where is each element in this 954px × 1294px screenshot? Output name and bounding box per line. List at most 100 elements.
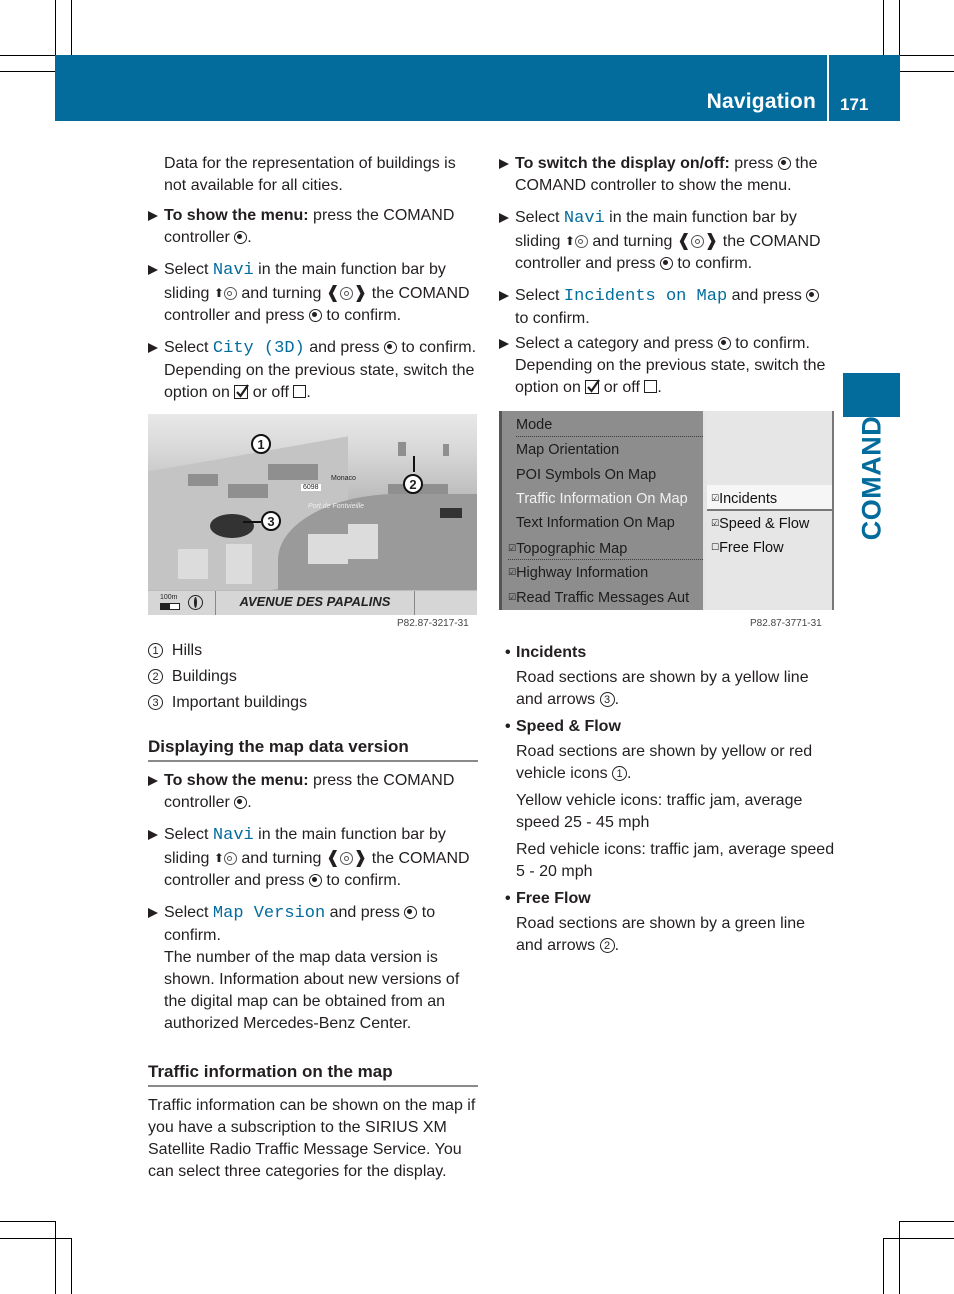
crop-mark [0,1238,71,1239]
crop-mark [900,55,954,56]
map-building [308,534,348,564]
ref-number: 1 [612,766,628,781]
press-controller-icon [383,341,397,354]
scale-label: 100m [160,594,178,601]
menu-screenshot: Mode Map Orientation POI Symbols On Map … [499,411,834,610]
step-show-menu: To show the menu: press the COMAND contr… [148,770,478,814]
press-controller-icon [777,157,791,170]
turn-right-icon: ❱ [353,283,368,302]
map-building [228,484,268,498]
step-show-menu: To show the menu: press the COMAND contr… [148,205,478,249]
checkbox-checked-icon: ☑ [711,493,720,503]
turn-right-icon: ❱ [353,848,368,867]
turn-left-icon: ❰ [325,848,341,867]
menu-item-traffic-info[interactable]: Traffic Information On Map [516,489,703,509]
step-arrow-icon [148,265,158,275]
step-arrow-icon [148,211,158,221]
checkbox-checked-icon [585,379,601,394]
category-text: Road sections are shown by yellow or red… [516,743,813,782]
step-select-navi: Select Navi in the main function bar by … [148,259,478,327]
step-arrow-icon [148,830,158,840]
controller-icon [691,235,705,248]
step-arrow-icon [499,291,509,301]
menu-divider [508,559,703,560]
callout-1: 1 [251,434,271,454]
submenu-item-free-flow[interactable]: ☐Free Flow [711,536,784,558]
step-arrow-icon [499,159,509,169]
turn-left-icon: ❰ [676,231,692,250]
press-controller-icon [659,257,673,270]
legend-item: 3 Important buildings [148,692,478,714]
step-select-navi: Select Navi in the main function bar by … [499,207,831,275]
callout-leader [243,521,261,523]
press-controller-icon [308,874,322,887]
controller-icon [223,287,237,300]
crop-mark [71,1238,72,1294]
bar-divider [414,591,415,615]
menu-item-map-orientation[interactable]: Map Orientation [516,440,619,460]
menu-divider [516,436,703,437]
map-building [348,524,378,559]
menu-item-mode[interactable]: Mode [516,415,552,435]
checkbox-checked-icon: ☑ [508,592,517,602]
step-arrow-icon [148,343,158,353]
crop-mark [900,71,954,72]
menu-item-poi-symbols[interactable]: POI Symbols On Map [516,465,656,485]
crop-mark [883,0,884,55]
menu-item-text-info[interactable]: Text Information On Map [516,513,675,533]
map-building [226,544,252,584]
press-controller-icon [717,337,731,350]
map-label: 6098 [301,484,321,491]
crop-mark [899,0,900,55]
current-street: AVENUE DES PAPALINS [239,594,391,609]
figure-code: P82.87-3217-31 [397,618,469,629]
controller-icon [223,852,237,865]
map-version-note: The number of the map data version is sh… [164,949,460,1032]
step-select-city-3d: Select City (3D) and press to confirm. D… [148,337,478,404]
side-tab [843,373,900,417]
crop-mark [55,0,56,55]
menu-term-map-version: Map Version [212,904,326,923]
map-screenshot: Monaco 6098 Port de Fontvieille 1 2 3 10… [148,414,477,615]
map-building [268,464,318,480]
map-building [188,474,218,486]
checkbox-checked-icon [234,384,250,399]
step-arrow-icon [148,776,158,786]
menu-item-read-traffic-messages[interactable]: ☑Read Traffic Messages Aut [508,587,703,607]
ref-number: 3 [599,692,615,707]
crop-mark [0,71,55,72]
ref-number: 2 [599,938,615,953]
controller-icon [340,852,354,865]
intro-text: Data for the representation of buildings… [164,155,456,194]
crop-mark [883,1238,954,1239]
map-label: Monaco [331,475,356,482]
submenu-item-speed-flow[interactable]: ☑Speed & Flow [711,512,809,534]
legend-item: 2 Buildings [148,666,478,688]
menu-term-navi: Navi [563,209,605,228]
callout-leader [413,456,415,472]
step-arrow-icon [499,213,509,223]
step-arrow-icon [499,339,509,349]
step-switch-display: To switch the display on/off: press the … [499,153,831,197]
map-stadium [210,514,254,538]
turn-right-icon: ❱ [704,231,719,250]
crop-mark [71,0,72,55]
menu-term-city-3d: City (3D) [212,339,305,358]
right-column: To switch the display on/off: press the … [499,153,831,409]
checkbox-checked-icon: ☑ [711,518,720,528]
left-column-lower: 1 Hills 2 Buildings 3 Important building… [148,640,478,1183]
crop-mark [883,1238,884,1294]
menu-item-highway-info[interactable]: ☑Highway Information [508,562,648,582]
menu-item-topographic-map[interactable]: ☑Topographic Map [508,538,627,558]
side-tab-label: COMAND [856,415,886,540]
step-select-category: Select a category and press to confirm. … [499,333,831,399]
crop-mark [0,55,55,56]
map-label: Port de Fontvieille [308,503,365,510]
category-text: Road sections are shown by a yellow line… [516,669,809,708]
step-select-navi: Select Navi in the main function bar by … [148,824,478,892]
slide-up-icon: ⬆ [213,286,224,300]
checkbox-unchecked-icon [644,380,658,393]
map-status-bar: 100m AVENUE DES PAPALINS [148,590,477,615]
category-text: Road sections are shown by a green line … [516,915,806,954]
submenu-item-incidents[interactable]: ☑Incidents [711,487,777,509]
